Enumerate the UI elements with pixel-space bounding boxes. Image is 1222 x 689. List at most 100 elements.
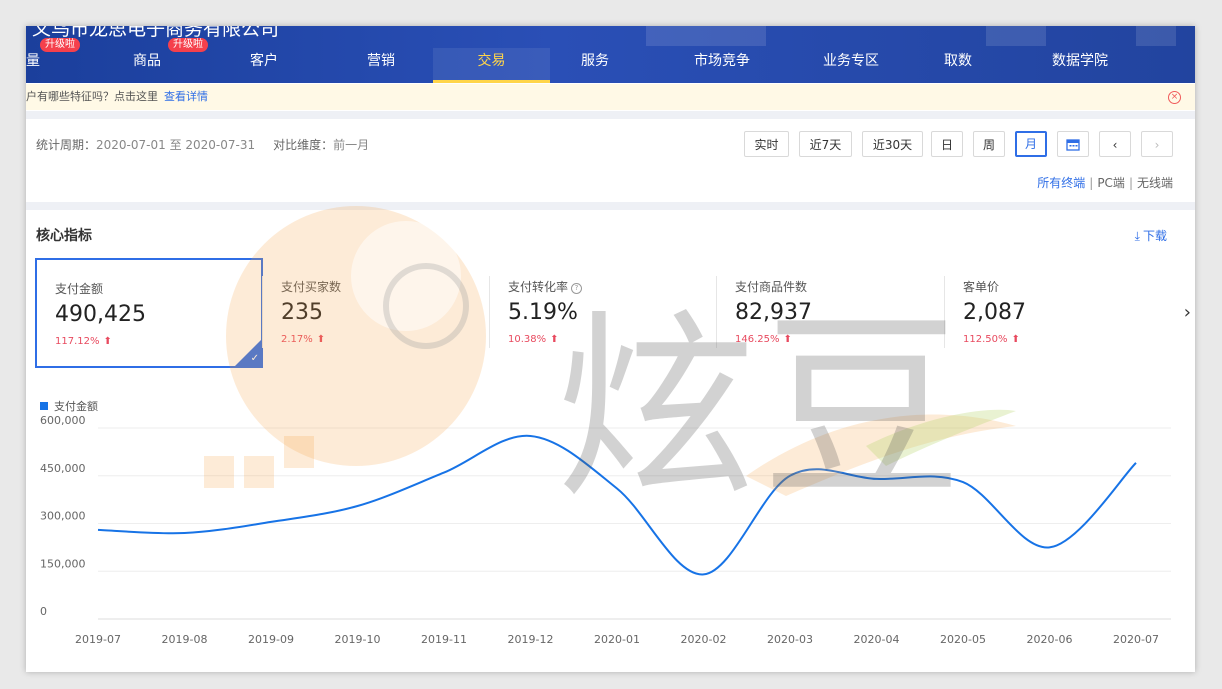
notice-text: 户有哪些特征吗？点击这里 [26,90,158,103]
card-divider [489,276,490,348]
metric-label: 支付转化率? [508,278,583,295]
date-range-button-1[interactable]: 近7天 [799,131,852,157]
nav-tab-9[interactable]: 数据学院 [1020,48,1140,83]
metric-change: 2.17% ⬆ [281,334,325,345]
metric-value: 235 [281,300,323,325]
nav-tab-8[interactable]: 取数 [913,48,1003,83]
metric-card[interactable]: 支付转化率? 5.19% 10.38% ⬆ [490,258,718,368]
next-period-button[interactable]: › [1141,131,1173,157]
metric-label-text: 支付商品件数 [735,280,808,294]
metric-label: 支付金额 [55,280,103,297]
date-range-button-2[interactable]: 近30天 [862,131,923,157]
nav-tab-1[interactable]: 商品 升级啦 [102,38,208,83]
nav-tab-4[interactable]: 交易 [433,48,550,83]
metric-change-value: 10.38% [508,334,547,345]
nav-tab-label: 商品 [133,53,161,69]
date-range-button-5[interactable]: 月 [1015,131,1047,157]
section-title: 核心指标 [36,228,92,244]
y-tick-label: 600,000 [40,416,86,427]
terminal-all[interactable]: 所有终端 [1037,176,1085,190]
card-divider [944,276,945,348]
chevron-right-icon: › [1154,138,1160,152]
metric-card[interactable]: 支付金额 490,425 117.12% ⬆ ✓ [35,258,263,368]
help-icon[interactable]: ? [571,283,583,294]
metric-card[interactable]: 支付商品件数 82,937 146.25% ⬆ [717,258,945,368]
nav-tab-5[interactable]: 服务 [550,48,640,83]
calendar-button[interactable] [1057,131,1089,157]
card-divider [716,276,717,348]
terminal-pc[interactable]: PC端 [1097,176,1125,190]
chart-legend[interactable]: 支付金额 [40,398,98,414]
y-tick-label: 0 [40,605,47,618]
metric-label: 客单价 [963,278,999,295]
nav-tab-3[interactable]: 营销 [336,48,426,83]
x-tick-label: 2020-06 [1027,633,1073,646]
divider [26,202,1195,210]
nav-tab-label: 取数 [944,53,972,69]
compare-value: 前一月 [333,138,370,152]
header-decoration [1136,26,1176,46]
metric-label-text: 支付买家数 [281,280,342,294]
metric-label: 支付买家数 [281,278,341,295]
prev-period-button[interactable]: ‹ [1099,131,1131,157]
app-frame: 义乌市龙思电子商务有限公司 量升级啦 商品 升级啦 客户 营销 交易 服务 市场竞争 业务专区取… [26,26,1195,672]
metric-change-value: 112.50% [963,334,1008,345]
x-tick-label: 2019-11 [421,633,467,646]
close-icon[interactable]: × [1168,91,1181,104]
x-tick-label: 2019-09 [248,633,294,646]
terminal-switch: 所有终端 | PC端 | 无线端 [1037,176,1173,190]
x-tick-label: 2020-04 [854,633,900,646]
notice-link[interactable]: 查看详情 [164,90,208,103]
upgrade-badge: 升级啦 [40,38,80,52]
header-decoration [986,26,1046,46]
metric-change-value: 2.17% [281,334,313,345]
divider [26,111,1195,119]
metric-change: 146.25% ⬆ [735,334,792,345]
date-range-button-3[interactable]: 日 [931,131,963,157]
arrow-up-icon: ⬆ [103,336,112,347]
legend-label: 支付金额 [54,400,98,413]
x-tick-label: 2020-05 [940,633,986,646]
main-nav: 量升级啦 商品 升级啦 客户 营销 交易 服务 市场竞争 业务专区 取数 数据学院 [26,38,1195,83]
notice-bar: 户有哪些特征吗？点击这里 查看详情 × [26,84,1195,110]
terminal-wireless[interactable]: 无线端 [1137,176,1173,190]
header-decoration [646,26,766,46]
chevron-right-icon[interactable]: › [1184,302,1191,323]
metric-card[interactable]: 支付买家数 235 2.17% ⬆ [263,258,491,368]
x-tick-label: 2020-07 [1113,633,1159,646]
download-label: 下载 [1142,229,1167,243]
metric-label-text: 客单价 [963,280,1000,294]
x-tick-label: 2019-07 [75,633,121,646]
metric-change-value: 117.12% [55,336,100,347]
calendar-icon [1066,139,1080,151]
legend-swatch [40,402,48,410]
nav-tab-label: 市场竞争 [694,53,750,69]
nav-tab-2[interactable]: 客户 [219,48,309,83]
download-button[interactable]: ⤓ 下载 [1135,227,1167,244]
metric-change: 117.12% ⬆ [55,336,112,347]
arrow-up-icon: ⬆ [316,334,326,345]
x-tick-label: 2020-03 [767,633,813,646]
nav-tab-0[interactable]: 量升级啦 [26,38,80,83]
metric-card[interactable]: 客单价 2,087 112.50% ⬆ [945,258,1173,368]
nav-tab-label: 数据学院 [1052,53,1108,69]
series-line[interactable] [97,434,1137,576]
y-tick-label: 150,000 [40,557,86,570]
nav-tab-label: 客户 [250,53,278,69]
period-info: 统计周期：2020-07-01 至 2020-07-31 对比维度：前一月 [36,136,369,153]
date-range-button-0[interactable]: 实时 [744,131,789,157]
metric-label: 支付商品件数 [735,278,807,295]
period-value: 2020-07-01 至 2020-07-31 [96,138,256,152]
x-tick-label: 2019-10 [335,633,381,646]
date-range-button-4[interactable]: 周 [973,131,1005,157]
nav-tab-7[interactable]: 业务专区 [796,48,906,83]
nav-tab-label: 量 [26,53,40,69]
metric-value: 5.19% [508,300,578,325]
nav-tab-6[interactable]: 市场竞争 [667,48,777,83]
metric-change-value: 146.25% [735,334,780,345]
metric-label-text: 支付转化率 [508,280,569,294]
x-tick-label: 2020-02 [681,633,727,646]
x-tick-label: 2020-01 [594,633,640,646]
metric-change: 112.50% ⬆ [963,334,1020,345]
period-label: 统计周期： [36,138,97,152]
